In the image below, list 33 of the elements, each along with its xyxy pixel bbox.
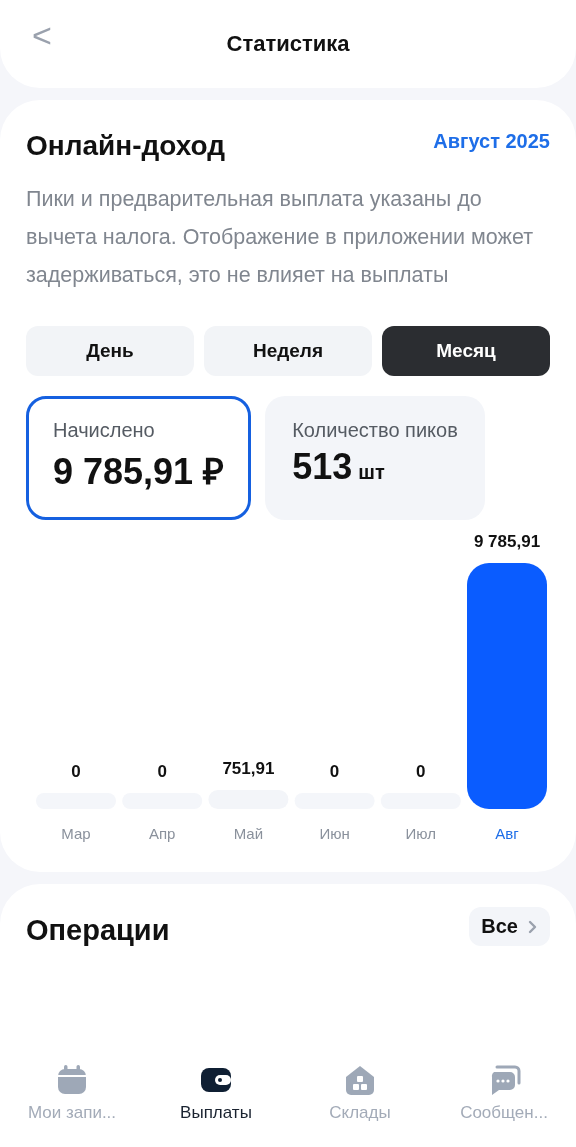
value-label: 751,91: [222, 759, 275, 779]
all-button[interactable]: Все: [469, 907, 550, 946]
period-tab[interactable]: Месяц: [382, 326, 550, 376]
nav-tab[interactable]: Выплаты: [144, 1059, 288, 1147]
period-link[interactable]: Август 2025: [433, 130, 550, 153]
month-label: Июл: [405, 825, 437, 842]
value-label: 9 785,91: [473, 534, 541, 551]
value-label: 0: [71, 762, 81, 781]
stat-unit: шт: [358, 461, 385, 484]
month-label: Мар: [61, 825, 91, 842]
stat-value: 513: [292, 446, 353, 488]
period-tab[interactable]: День: [26, 326, 194, 376]
stat-label: Количество пиков: [292, 419, 458, 442]
month-label: Май: [233, 825, 264, 842]
section-title: Онлайн-доход: [26, 130, 226, 162]
calendar-icon: [55, 1063, 89, 1097]
stat-card[interactable]: Количество пиков 513 шт: [265, 396, 485, 520]
stat-label: Начислено: [53, 419, 156, 442]
month-label: Апр: [148, 825, 176, 842]
section-title: Операции: [26, 914, 170, 947]
description: Пики и предварительная выплата указаны до вычета налога. Отображение в приложении может задерживаться, это не влияет на выплаты: [26, 186, 535, 289]
stat-card[interactable]: Начислено 9 785,91 ₽: [26, 396, 252, 520]
value-label: 0: [416, 762, 426, 781]
screen-title: Статистика: [226, 31, 350, 57]
value-label: 0: [157, 762, 167, 781]
month-label: Авг: [495, 825, 519, 842]
stat-value: 9 785,91 ₽: [53, 450, 225, 494]
warehouse-icon: [343, 1063, 377, 1097]
value-label: 0: [329, 762, 340, 781]
chart-bar[interactable]: [467, 563, 547, 809]
period-tab[interactable]: Неделя: [204, 326, 372, 376]
month-label: Июн: [319, 825, 350, 842]
chevron-icon: [528, 919, 538, 934]
